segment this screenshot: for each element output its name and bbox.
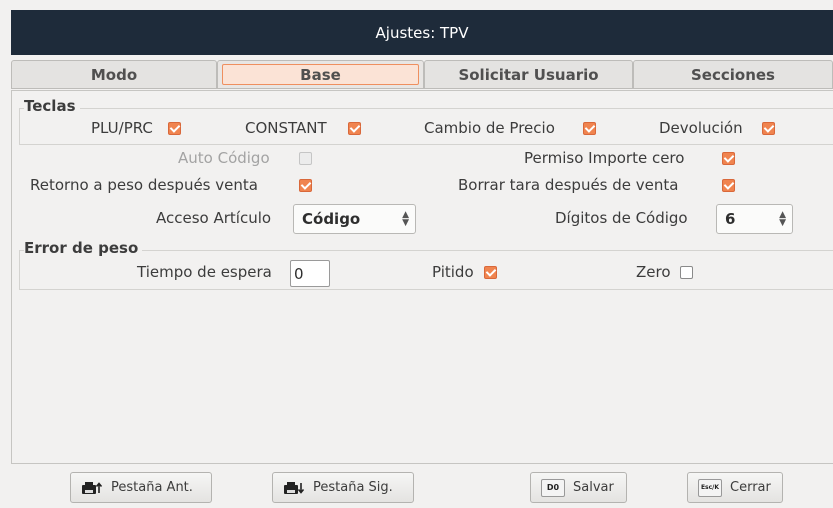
spin-arrows-icon: ▲ ▼: [779, 210, 786, 228]
plu-prc-label: PLU/PRC: [91, 119, 153, 137]
tab-modo[interactable]: Modo: [11, 60, 217, 89]
devolucion-label: Devolución: [659, 119, 743, 137]
tab-bar: Modo Base Solicitar Usuario Secciones: [11, 60, 833, 90]
acceso-articulo-label: Acceso Artículo: [156, 209, 272, 227]
auto-codigo-label: Auto Código: [178, 149, 270, 167]
permiso-importe-cero-label: Permiso Importe cero: [524, 149, 685, 167]
tab-label: Modo: [90, 65, 138, 84]
retorno-peso-label: Retorno a peso después venta: [30, 176, 258, 194]
next-tab-button[interactable]: Pestaña Sig.: [272, 472, 414, 503]
prev-tab-label: Pestaña Ant.: [111, 480, 193, 495]
next-tab-label: Pestaña Sig.: [313, 480, 393, 495]
tab-secciones[interactable]: Secciones: [633, 60, 833, 89]
tab-label: Base: [300, 65, 341, 84]
save-button[interactable]: D0 Salvar: [530, 472, 627, 503]
teclas-group-title: Teclas: [24, 97, 80, 115]
tab-base[interactable]: Base: [217, 60, 424, 89]
spin-arrows-icon: ▲ ▼: [402, 210, 409, 228]
window-title: Ajustes: TPV: [375, 23, 469, 42]
d0-key-icon: D0: [541, 478, 565, 497]
acceso-articulo-select[interactable]: Código ▲ ▼: [293, 204, 416, 234]
acceso-articulo-value: Código: [302, 210, 361, 228]
plu-prc-checkbox[interactable]: [168, 122, 181, 135]
pitido-label: Pitido: [432, 263, 474, 281]
tiempo-espera-label: Tiempo de espera: [137, 263, 272, 281]
borrar-tara-label: Borrar tara después de venta: [458, 176, 679, 194]
tab-label: Secciones: [691, 65, 775, 84]
retorno-peso-checkbox[interactable]: [299, 179, 312, 192]
window-title-bar: Ajustes: TPV: [11, 10, 833, 55]
close-button[interactable]: Esc/K Cerrar: [687, 472, 783, 503]
cambio-precio-label: Cambio de Precio: [424, 119, 555, 137]
zero-label: Zero: [636, 263, 671, 281]
digitos-codigo-value: 6: [725, 210, 736, 228]
devolucion-checkbox[interactable]: [762, 122, 775, 135]
printer-up-icon: [82, 481, 103, 494]
tiempo-espera-input[interactable]: 0: [290, 260, 330, 287]
zero-checkbox[interactable]: [680, 266, 693, 279]
tiempo-espera-value: 0: [294, 264, 304, 283]
auto-codigo-checkbox[interactable]: [299, 152, 312, 165]
close-label: Cerrar: [730, 480, 771, 495]
button-bar: Pestaña Ant. Pestaña Sig. D0 Salvar Esc/…: [0, 464, 833, 508]
digitos-codigo-select[interactable]: 6 ▲ ▼: [716, 204, 793, 234]
constant-label: CONSTANT: [245, 119, 327, 137]
constant-checkbox[interactable]: [348, 122, 361, 135]
save-label: Salvar: [573, 480, 614, 495]
error-peso-group-title: Error de peso: [24, 239, 143, 257]
printer-down-icon: [284, 481, 305, 494]
digitos-codigo-label: Dígitos de Código: [555, 209, 688, 227]
pitido-checkbox[interactable]: [484, 266, 497, 279]
esc-key-icon: Esc/K: [698, 478, 722, 497]
cambio-precio-checkbox[interactable]: [583, 122, 596, 135]
tab-solicitar-usuario[interactable]: Solicitar Usuario: [424, 60, 633, 89]
permiso-importe-cero-checkbox[interactable]: [722, 152, 735, 165]
borrar-tara-checkbox[interactable]: [722, 179, 735, 192]
tab-label: Solicitar Usuario: [458, 65, 599, 84]
prev-tab-button[interactable]: Pestaña Ant.: [70, 472, 212, 503]
